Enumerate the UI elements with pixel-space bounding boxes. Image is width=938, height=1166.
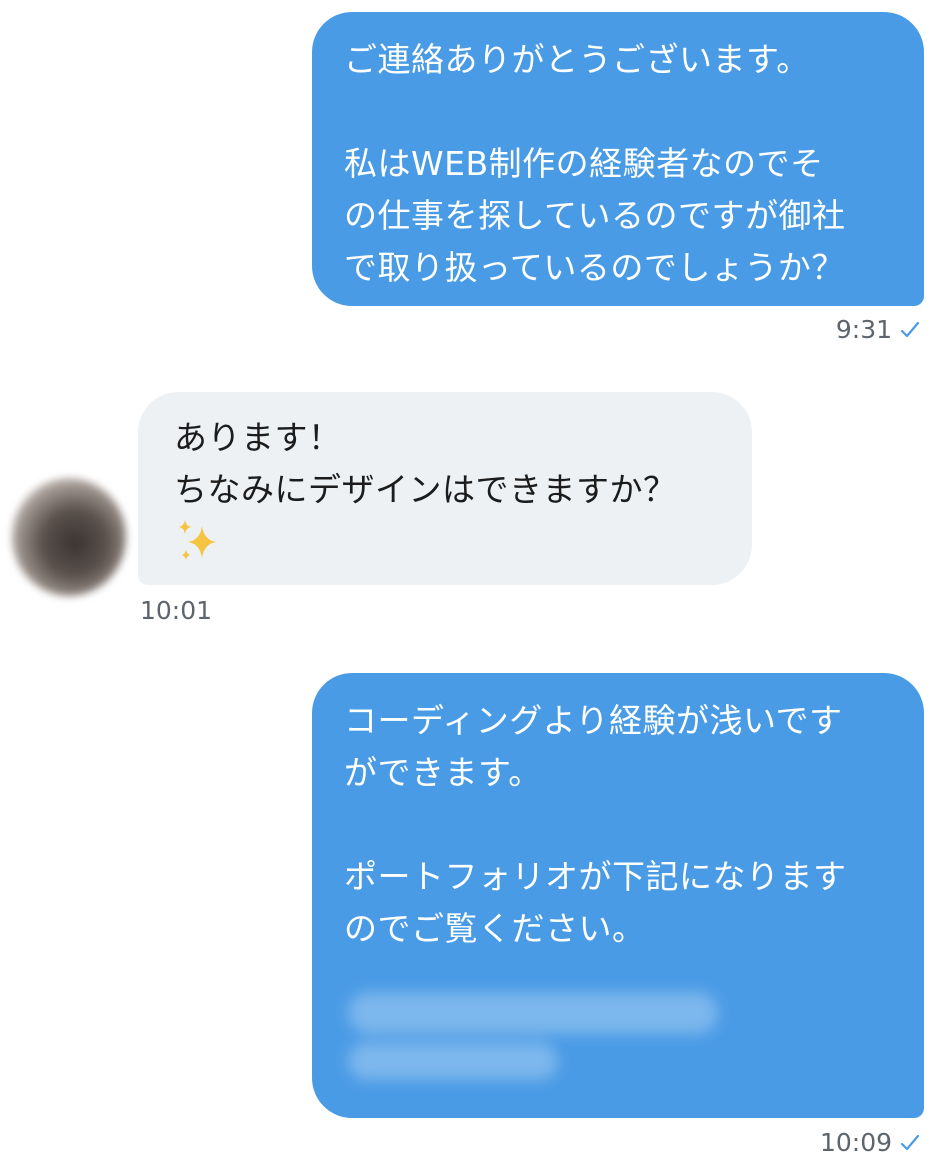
message-text-line: の仕事を探しているのですが御社 [344,196,846,235]
message-text-line: ご連絡ありがとうございます。 [344,40,810,79]
message-timestamp: 9:31 [835,315,892,344]
message-bubble-incoming[interactable]: あります！ ちなみにデザインはできますか？ [138,392,752,585]
sparkles-icon [174,516,722,568]
message-meta: 10:01 [140,596,212,625]
message-text-line: ポートフォリオが下記になります [344,857,847,896]
checkmark-icon [900,321,920,337]
message-timestamp: 10:01 [140,596,213,625]
message-text-line: ちなみにデザインはできますか？ [174,470,677,509]
message-text-line: 私はWEB制作の経験者なのでそ [344,144,824,183]
message-text-line: で取り扱っているのでしょうか？ [344,248,845,287]
message-bubble-outgoing[interactable]: コーディングより経験が浅いです ができます。 ポートフォリオが下記になります の… [312,673,924,1118]
message-bubble-outgoing[interactable]: ご連絡ありがとうございます。 私はWEB制作の経験者なのでそ の仕事を探している… [312,12,924,306]
checkmark-icon [900,1134,920,1150]
message-text-line: あります！ [174,418,342,457]
message-text-line: ができます。 [344,753,542,792]
message-timestamp: 10:09 [819,1128,892,1157]
message-text-line: コーディングより経験が浅いです [344,701,843,740]
redacted-link[interactable] [338,982,898,1092]
message-meta: 10:09 [820,1128,920,1157]
message-text-line: のでご覧ください。 [344,909,646,948]
message-meta: 9:31 [836,315,920,344]
avatar[interactable] [12,478,126,596]
